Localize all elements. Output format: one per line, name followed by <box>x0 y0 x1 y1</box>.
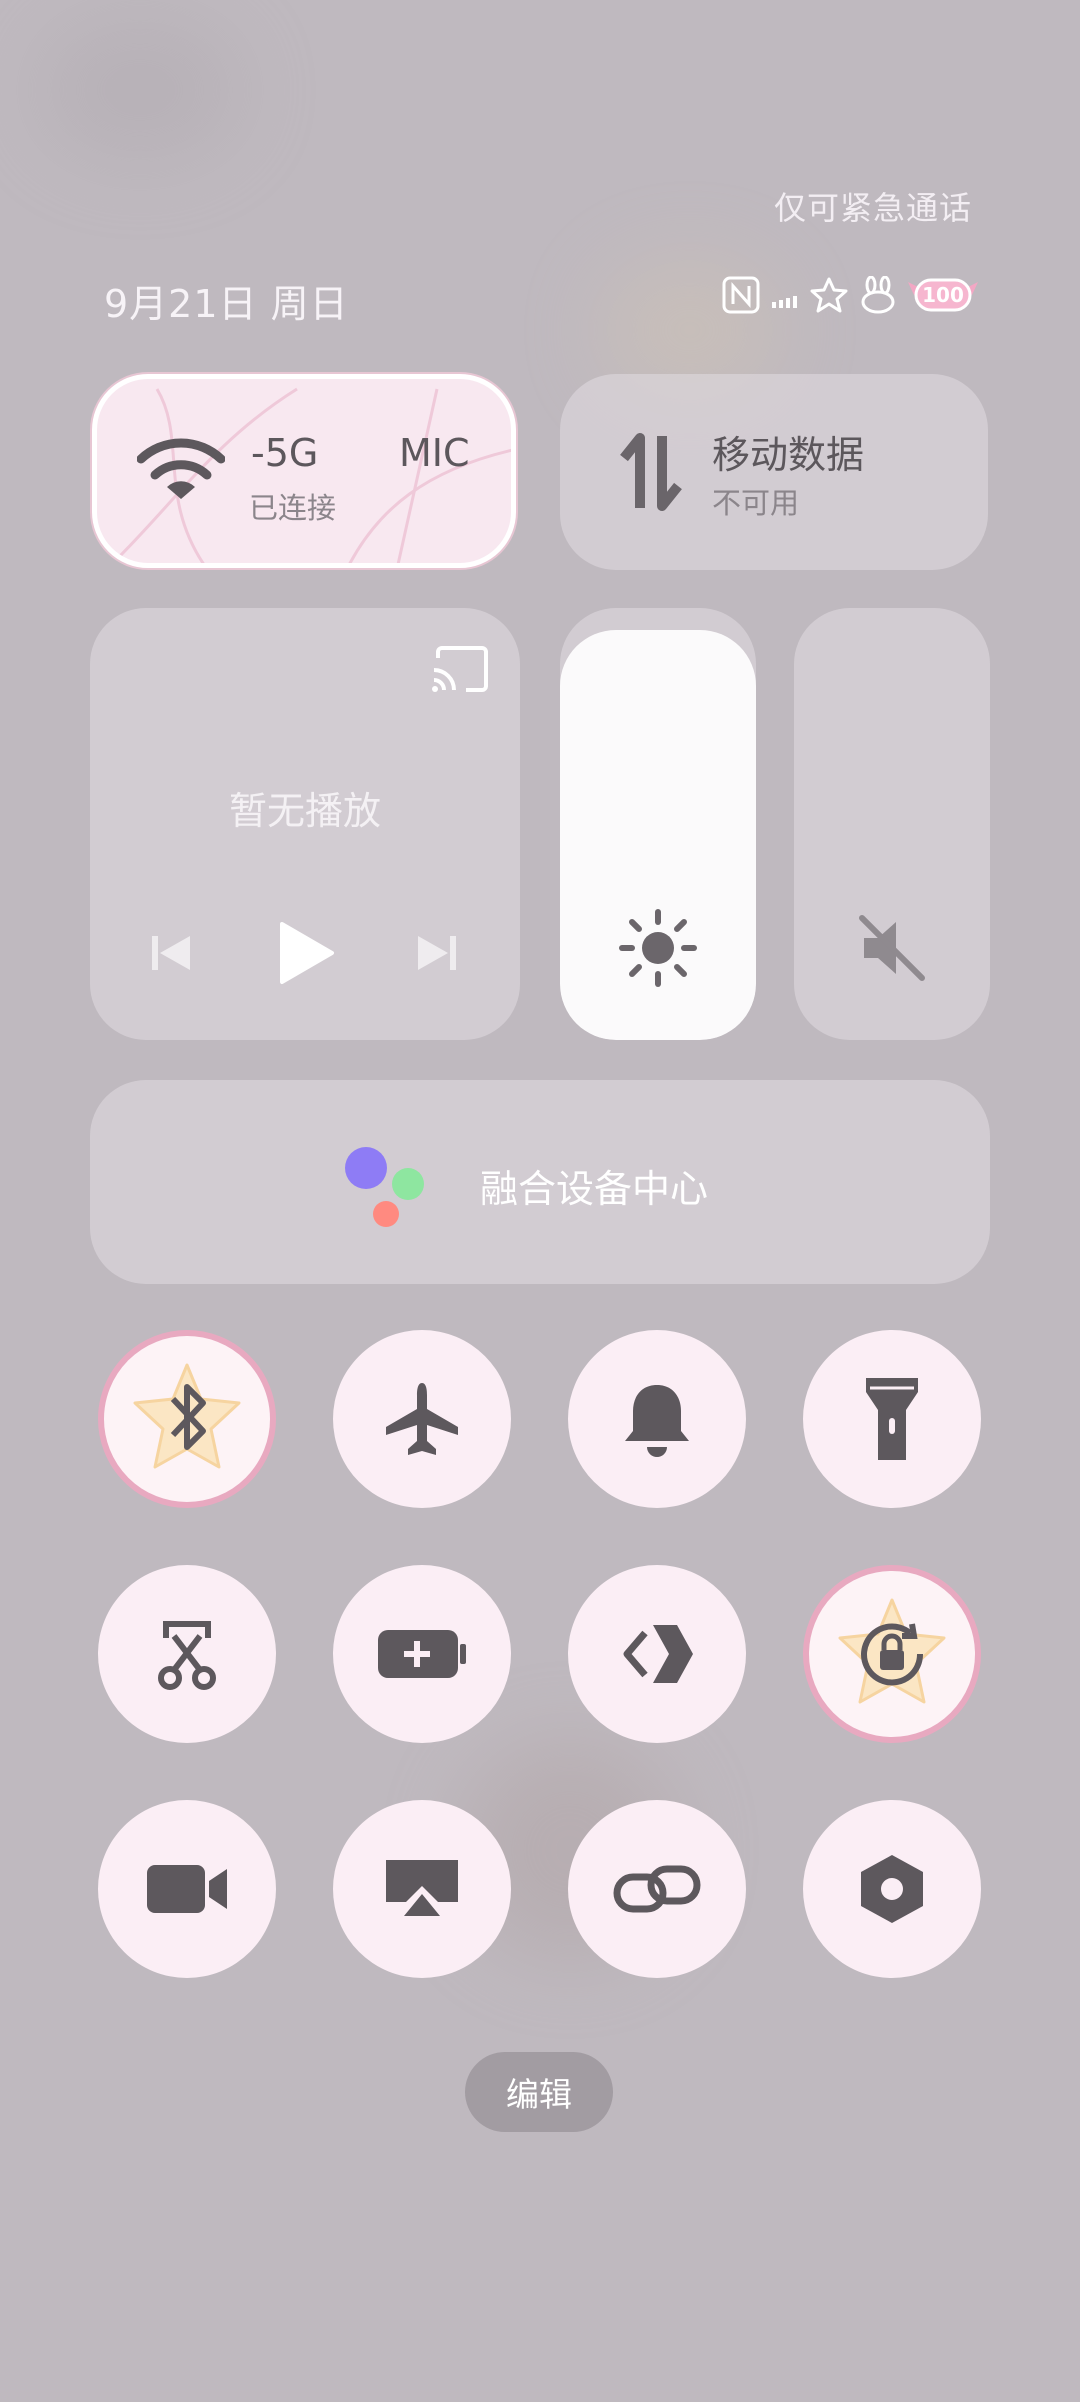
airplane-mode-toggle[interactable] <box>333 1330 511 1508</box>
emergency-calls-only-text: 仅可紧急通话 <box>773 189 972 227</box>
battery-icon: 100 <box>908 276 978 314</box>
mobile-data-title: 移动数据 <box>712 433 865 477</box>
brightness-slider[interactable] <box>560 608 756 1040</box>
play-icon[interactable] <box>276 920 336 986</box>
cast-icon[interactable] <box>430 644 490 694</box>
flashlight-toggle[interactable] <box>803 1330 981 1508</box>
flashlight-icon <box>862 1374 922 1464</box>
media-player-tile[interactable]: 暂无播放 <box>90 608 520 1040</box>
wifi-icon <box>137 435 225 507</box>
settings-toggle[interactable] <box>803 1800 981 1978</box>
no-playback-text: 暂无播放 <box>228 789 381 833</box>
share-connect-icon <box>617 1619 697 1689</box>
volume-mute-icon <box>856 912 928 984</box>
ring-mode-toggle[interactable] <box>568 1330 746 1508</box>
airplane-icon <box>382 1379 462 1459</box>
video-camera-icon <box>143 1861 231 1917</box>
screen-cast-toggle[interactable] <box>333 1800 511 1978</box>
battery-level-text: 100 <box>922 283 964 307</box>
bunny-icon <box>858 276 898 314</box>
wifi-status-text: 已连接 <box>249 491 337 525</box>
mobile-data-status: 不可用 <box>712 486 800 520</box>
screenshot-scissors-icon <box>152 1616 222 1692</box>
wifi-tile[interactable]: -5G MIC 已连接 <box>92 374 516 568</box>
bluetooth-toggle[interactable] <box>98 1330 276 1508</box>
wifi-ssid-text: -5G <box>251 431 319 475</box>
previous-icon[interactable] <box>146 928 196 978</box>
edit-button[interactable]: 编辑 <box>465 2052 613 2132</box>
volume-slider[interactable] <box>794 608 990 1040</box>
settings-hex-icon <box>857 1851 927 1927</box>
link-icon <box>611 1859 703 1919</box>
signal-icon <box>770 280 800 310</box>
bluetooth-icon <box>127 1359 247 1479</box>
star-icon <box>810 276 848 314</box>
share-connect-toggle[interactable] <box>568 1565 746 1743</box>
device-center-logo-icon <box>342 1144 432 1230</box>
battery-saver-icon <box>374 1626 470 1682</box>
data-arrows-icon <box>616 432 686 512</box>
screen-record-toggle[interactable] <box>98 1800 276 1978</box>
link-toggle[interactable] <box>568 1800 746 1978</box>
battery-saver-toggle[interactable] <box>333 1565 511 1743</box>
bell-icon <box>619 1379 695 1459</box>
sun-icon <box>618 908 698 988</box>
rotation-lock-icon <box>832 1594 952 1714</box>
device-center-tile[interactable]: 融合设备中心 <box>90 1080 990 1284</box>
background-blur <box>40 20 240 160</box>
rotation-lock-toggle[interactable] <box>803 1565 981 1743</box>
screen-cast-icon <box>382 1854 462 1924</box>
nfc-icon <box>722 276 760 314</box>
device-center-label: 融合设备中心 <box>480 1167 709 1211</box>
screenshot-toggle[interactable] <box>98 1565 276 1743</box>
wifi-ssid-text-secondary: MIC <box>399 431 470 475</box>
mobile-data-tile[interactable]: 移动数据 不可用 <box>560 374 988 570</box>
status-icons: 100 <box>722 276 978 314</box>
date-text: 9月21日 周日 <box>104 282 349 326</box>
next-icon[interactable] <box>412 928 462 978</box>
